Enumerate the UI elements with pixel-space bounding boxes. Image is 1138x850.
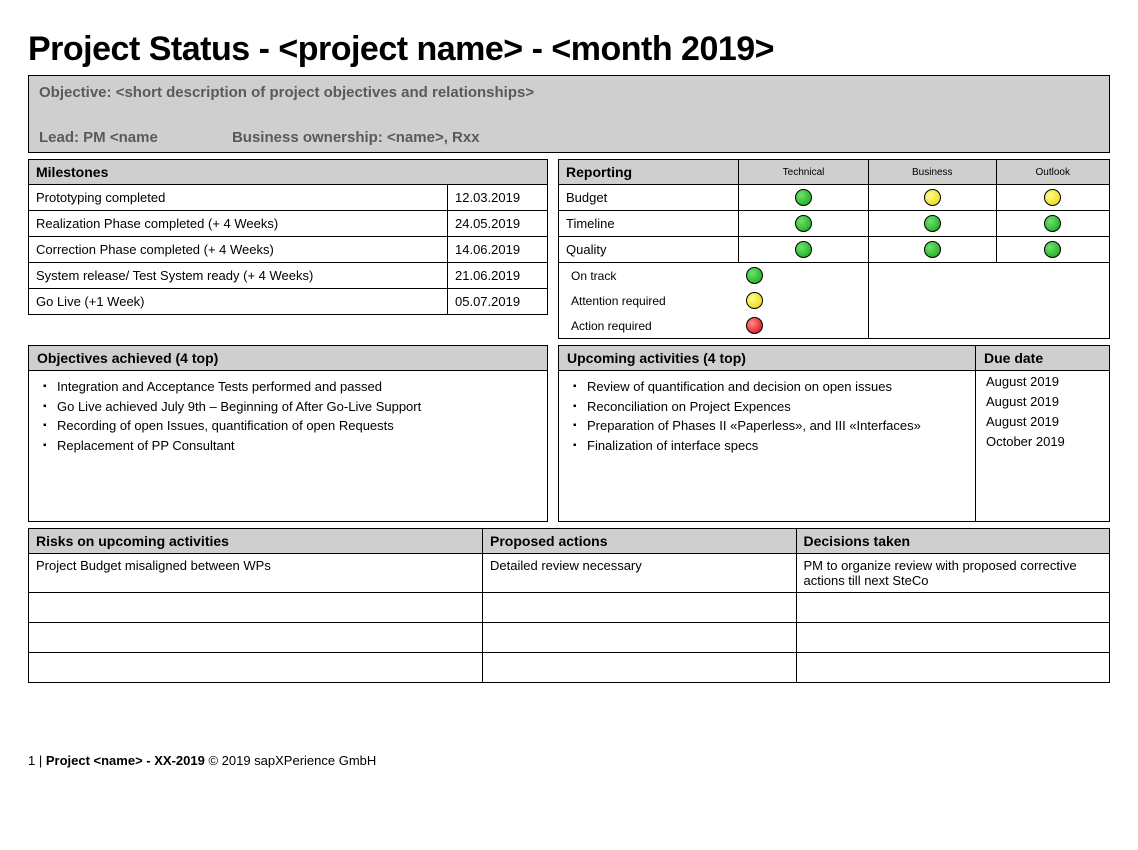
milestone-name: Correction Phase completed (+ 4 Weeks) bbox=[29, 237, 448, 263]
footer-project: Project <name> - XX-2019 bbox=[46, 753, 205, 768]
decision-cell bbox=[796, 593, 1110, 623]
risks-table: Risks on upcoming activities Proposed ac… bbox=[28, 528, 1110, 683]
status-dot-cell bbox=[996, 211, 1109, 237]
legend-blank bbox=[869, 313, 1110, 339]
risk-cell bbox=[29, 653, 483, 683]
legend-label: Action required bbox=[559, 313, 739, 339]
ownership-label: Business ownership: <name>, Rxx bbox=[232, 129, 480, 146]
list-item: Replacement of PP Consultant bbox=[57, 436, 537, 456]
upcoming-activities-box: Upcoming activities (4 top) Review of qu… bbox=[558, 345, 975, 522]
status-dot-icon bbox=[1044, 215, 1061, 232]
milestones-table: Milestones Prototyping completed12.03.20… bbox=[28, 159, 548, 315]
status-dot-icon bbox=[795, 241, 812, 258]
status-dot-icon bbox=[924, 215, 941, 232]
list-item: Finalization of interface specs bbox=[587, 436, 965, 456]
reporting-row-label: Quality bbox=[559, 237, 739, 263]
lead-ownership-row: Lead: PM <name Business ownership: <name… bbox=[39, 129, 1099, 146]
page-title: Project Status - <project name> - <month… bbox=[28, 30, 1110, 69]
status-dot-cell bbox=[996, 237, 1109, 263]
objectives-list: Integration and Acceptance Tests perform… bbox=[39, 377, 537, 455]
milestone-date: 12.03.2019 bbox=[448, 185, 548, 211]
list-item: Go Live achieved July 9th – Beginning of… bbox=[57, 397, 537, 417]
milestone-name: System release/ Test System ready (+ 4 W… bbox=[29, 263, 448, 289]
status-dot-cell bbox=[869, 211, 996, 237]
milestone-date: 05.07.2019 bbox=[448, 289, 548, 315]
list-item: Integration and Acceptance Tests perform… bbox=[57, 377, 537, 397]
milestone-date: 14.06.2019 bbox=[448, 237, 548, 263]
status-dot-cell bbox=[739, 211, 869, 237]
milestone-name: Go Live (+1 Week) bbox=[29, 289, 448, 315]
status-dot-icon bbox=[795, 215, 812, 232]
reporting-col-technical: Technical bbox=[739, 160, 869, 185]
list-item: Review of quantification and decision on… bbox=[587, 377, 965, 397]
footer-separator: | bbox=[35, 753, 46, 768]
due-date-value: August 2019 bbox=[986, 412, 1099, 432]
due-date-box: Due date August 2019 August 2019 August … bbox=[975, 345, 1110, 522]
lead-label: Lead: PM <name bbox=[39, 129, 158, 146]
decisions-taken-header: Decisions taken bbox=[796, 529, 1110, 554]
milestone-name: Prototyping completed bbox=[29, 185, 448, 211]
due-date-value: October 2019 bbox=[986, 432, 1099, 452]
list-item: Preparation of Phases II «Paperless», an… bbox=[587, 416, 965, 436]
list-item: Reconciliation on Project Expences bbox=[587, 397, 965, 417]
risk-cell bbox=[29, 623, 483, 653]
action-cell bbox=[483, 593, 796, 623]
status-dot-cell bbox=[739, 185, 869, 211]
reporting-col-business: Business bbox=[869, 160, 996, 185]
status-dot-icon bbox=[795, 189, 812, 206]
page-footer: 1 | Project <name> - XX-2019 © 2019 sapX… bbox=[28, 753, 1110, 768]
legend-blank bbox=[869, 263, 1110, 289]
milestone-name: Realization Phase completed (+ 4 Weeks) bbox=[29, 211, 448, 237]
reporting-row-label: Budget bbox=[559, 185, 739, 211]
action-cell bbox=[483, 623, 796, 653]
milestone-date: 24.05.2019 bbox=[448, 211, 548, 237]
legend-dot-cell bbox=[739, 263, 869, 289]
status-dot-icon bbox=[746, 317, 763, 334]
legend-dot-cell bbox=[739, 288, 869, 313]
due-date-value: August 2019 bbox=[986, 392, 1099, 412]
action-cell bbox=[483, 653, 796, 683]
risk-cell bbox=[29, 593, 483, 623]
due-date-value: August 2019 bbox=[986, 372, 1099, 392]
status-dot-cell bbox=[996, 185, 1109, 211]
status-dot-icon bbox=[1044, 241, 1061, 258]
status-dot-icon bbox=[746, 292, 763, 309]
milestone-date: 21.06.2019 bbox=[448, 263, 548, 289]
legend-dot-cell bbox=[739, 313, 869, 339]
footer-copyright: © 2019 sapXPerience GmbH bbox=[205, 753, 376, 768]
status-dot-icon bbox=[924, 241, 941, 258]
objective-text: Objective: <short description of project… bbox=[39, 84, 1099, 101]
action-cell: Detailed review necessary bbox=[483, 554, 796, 593]
status-dot-cell bbox=[869, 185, 996, 211]
status-dot-cell bbox=[739, 237, 869, 263]
decision-cell bbox=[796, 623, 1110, 653]
reporting-row-label: Timeline bbox=[559, 211, 739, 237]
objectives-achieved-box: Objectives achieved (4 top) Integration … bbox=[28, 345, 548, 522]
proposed-actions-header: Proposed actions bbox=[483, 529, 796, 554]
status-dot-icon bbox=[924, 189, 941, 206]
upcoming-header: Upcoming activities (4 top) bbox=[559, 346, 975, 371]
status-dot-icon bbox=[746, 267, 763, 284]
due-date-header: Due date bbox=[976, 346, 1109, 371]
legend-label: On track bbox=[559, 263, 739, 289]
milestones-header: Milestones bbox=[29, 160, 548, 185]
list-item: Recording of open Issues, quantification… bbox=[57, 416, 537, 436]
risks-header: Risks on upcoming activities bbox=[29, 529, 483, 554]
legend-blank bbox=[869, 288, 1110, 313]
upcoming-list: Review of quantification and decision on… bbox=[569, 377, 965, 455]
decision-cell: PM to organize review with proposed corr… bbox=[796, 554, 1110, 593]
risk-cell: Project Budget misaligned between WPs bbox=[29, 554, 483, 593]
reporting-table: Reporting Technical Business Outlook Bud… bbox=[558, 159, 1110, 339]
objectives-achieved-header: Objectives achieved (4 top) bbox=[29, 346, 547, 371]
reporting-col-outlook: Outlook bbox=[996, 160, 1109, 185]
decision-cell bbox=[796, 653, 1110, 683]
status-dot-cell bbox=[869, 237, 996, 263]
reporting-header: Reporting bbox=[559, 160, 739, 185]
top-info-box: Objective: <short description of project… bbox=[28, 75, 1110, 153]
status-dot-icon bbox=[1044, 189, 1061, 206]
legend-label: Attention required bbox=[559, 288, 739, 313]
